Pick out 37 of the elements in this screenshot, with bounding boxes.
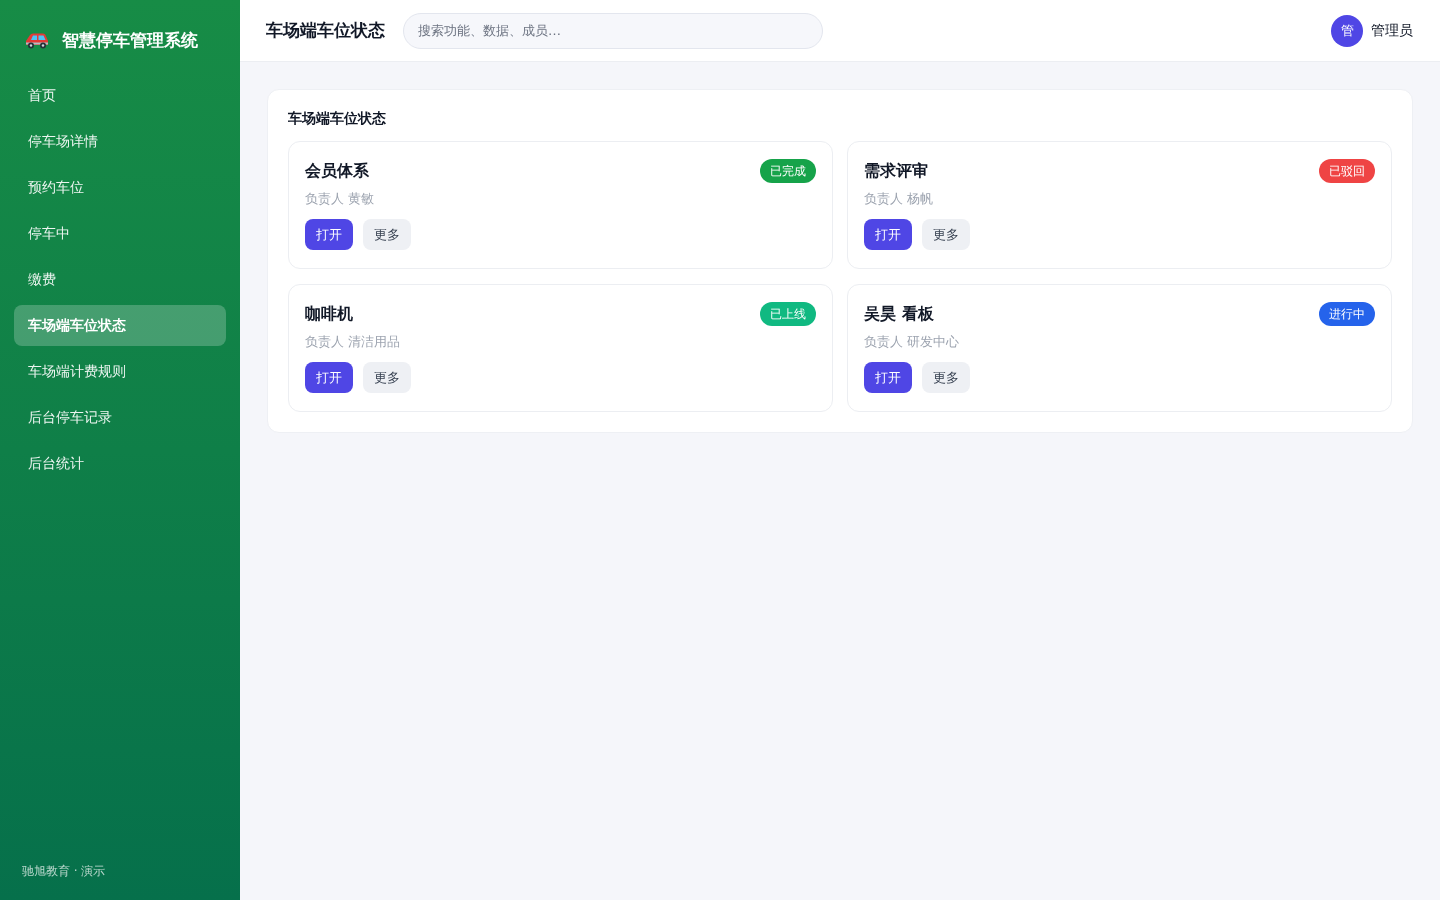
- owner-text: 负责人 研发中心: [864, 333, 960, 351]
- app-title: 智慧停车管理系统: [62, 28, 198, 52]
- sidebar-item[interactable]: 停车场详情: [14, 121, 226, 162]
- sidebar-item[interactable]: 缴费: [14, 259, 226, 300]
- owner-text: 负责人 清洁用品: [305, 333, 401, 351]
- sidebar-item[interactable]: 停车中: [14, 213, 226, 254]
- user-avatar[interactable]: 管: [1331, 14, 1363, 47]
- sidebar-item[interactable]: 首页: [14, 75, 226, 116]
- status-badge: 已上线: [760, 302, 816, 326]
- open-button[interactable]: 打开: [864, 362, 912, 393]
- card-title: 咖啡机: [305, 303, 353, 325]
- sidebar-item[interactable]: 后台统计: [14, 443, 226, 484]
- sidebar-item[interactable]: 车场端计费规则: [14, 351, 226, 392]
- more-button[interactable]: 更多: [363, 362, 411, 393]
- page-title: 车场端车位状态: [266, 19, 385, 42]
- sidebar-item[interactable]: 预约车位: [14, 167, 226, 208]
- more-button[interactable]: 更多: [922, 219, 970, 250]
- status-badge: 已驳回: [1319, 159, 1375, 183]
- open-button[interactable]: 打开: [864, 219, 912, 250]
- card-title: 会员体系: [305, 160, 369, 182]
- open-button[interactable]: 打开: [305, 362, 353, 393]
- sidebar-item[interactable]: 后台停车记录: [14, 397, 226, 438]
- user-name: 管理员: [1371, 21, 1413, 40]
- search-field[interactable]: 搜索功能、数据、成员…: [403, 12, 823, 49]
- more-button[interactable]: 更多: [922, 362, 970, 393]
- panel-title: 车场端车位状态: [288, 109, 386, 128]
- owner-text: 负责人 杨帆: [864, 190, 934, 208]
- sidebar-item[interactable]: 车场端车位状态: [14, 305, 226, 346]
- open-button[interactable]: 打开: [305, 219, 353, 250]
- more-button[interactable]: 更多: [363, 219, 411, 250]
- owner-text: 负责人 黄敏: [305, 190, 375, 208]
- card-title: 吴昊 看板: [864, 303, 934, 325]
- status-badge: 进行中: [1319, 302, 1375, 326]
- footer-text: 驰旭教育 · 演示: [21, 863, 107, 880]
- status-badge: 已完成: [760, 159, 816, 183]
- car-icon: [25, 31, 49, 49]
- card-title: 需求评审: [864, 160, 928, 182]
